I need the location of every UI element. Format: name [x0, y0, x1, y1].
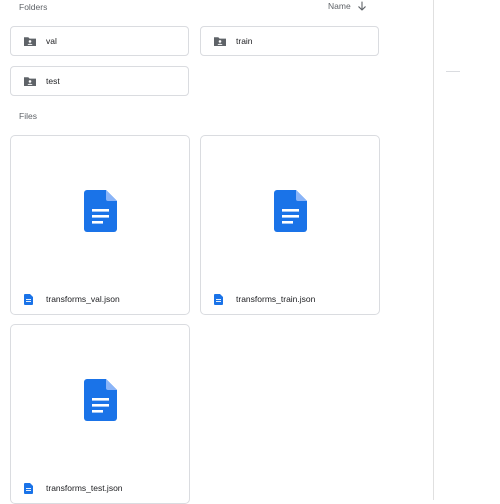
folder-name: train — [236, 36, 253, 46]
folder-test[interactable]: test — [10, 66, 189, 96]
file-name: transforms_train.json — [236, 294, 316, 304]
folders-section-label: Folders — [19, 2, 48, 12]
folder-name: test — [46, 76, 60, 86]
document-icon — [83, 379, 117, 421]
panel-divider — [446, 71, 460, 72]
folder-val[interactable]: val — [10, 26, 189, 56]
files-section-label: Files — [19, 111, 37, 121]
file-preview — [11, 136, 189, 286]
sort-label: Name — [328, 1, 351, 11]
file-card-transforms-train[interactable]: transforms_train.json — [200, 135, 380, 315]
file-preview — [11, 325, 189, 475]
shared-folder-icon — [23, 76, 37, 87]
file-card-transforms-val[interactable]: transforms_val.json — [10, 135, 190, 315]
file-name: transforms_val.json — [46, 294, 120, 304]
file-card-transforms-test[interactable]: transforms_test.json — [10, 324, 190, 504]
shared-folder-icon — [23, 36, 37, 47]
folder-name: val — [46, 36, 57, 46]
right-side-panel — [433, 0, 500, 500]
shared-folder-icon — [213, 36, 227, 47]
file-browser-main: Folders Name val train test Files transf… — [0, 0, 433, 504]
document-icon — [214, 293, 223, 305]
file-preview — [201, 136, 379, 286]
file-footer: transforms_train.json — [201, 284, 379, 314]
document-icon — [24, 482, 33, 494]
document-icon — [83, 190, 117, 232]
file-name: transforms_test.json — [46, 483, 123, 493]
document-icon — [24, 293, 33, 305]
folder-train[interactable]: train — [200, 26, 379, 56]
file-footer: transforms_test.json — [11, 473, 189, 503]
file-footer: transforms_val.json — [11, 284, 189, 314]
sort-by-name-button[interactable]: Name — [328, 0, 367, 12]
arrow-down-icon — [357, 1, 367, 11]
document-icon — [273, 190, 307, 232]
